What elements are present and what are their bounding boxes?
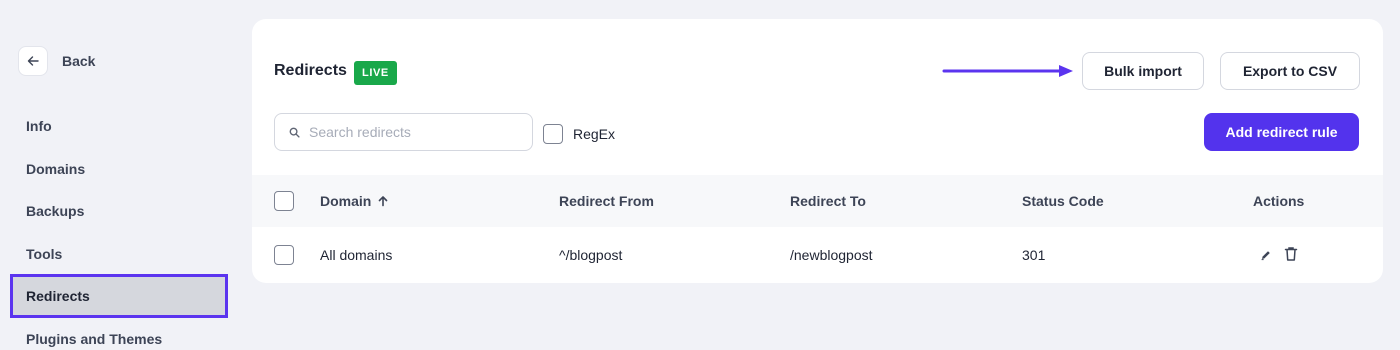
column-header-actions: Actions (1253, 193, 1305, 209)
trash-icon[interactable] (1284, 246, 1298, 262)
column-header-domain[interactable]: Domain (320, 193, 389, 209)
pencil-icon[interactable] (1260, 249, 1272, 261)
regex-checkbox[interactable] (543, 124, 563, 144)
column-header-redirect-from: Redirect From (559, 193, 654, 209)
sidebar-item-plugins-and-themes[interactable]: Plugins and Themes (10, 317, 228, 350)
arrow-up-icon (379, 196, 388, 207)
search-icon (289, 127, 300, 138)
sidebar-item-label: Backups (26, 203, 85, 219)
column-header-status-code: Status Code (1022, 193, 1104, 209)
bulk-import-button[interactable]: Bulk import (1082, 52, 1204, 90)
sidebar-item-label: Info (26, 118, 52, 134)
arrow-left-icon (27, 56, 39, 66)
export-csv-button[interactable]: Export to CSV (1220, 52, 1360, 90)
column-header-label: Domain (320, 193, 372, 209)
sidebar-item-info[interactable]: Info (10, 104, 228, 148)
row-checkbox[interactable] (274, 245, 294, 265)
cell-status-code: 301 (1022, 247, 1046, 263)
redirects-card: Redirects LIVE Bulk import Export to CSV… (252, 19, 1383, 283)
sidebar-item-redirects[interactable]: Redirects (10, 274, 228, 318)
cell-redirect-to: /newblogpost (790, 247, 873, 263)
sidebar-item-label: Domains (26, 161, 86, 177)
regex-label: RegEx (573, 126, 616, 142)
sidebar: Back Info Domains Backups Tools Redirect… (0, 0, 240, 350)
sidebar-item-label: Tools (26, 246, 63, 262)
sidebar-item-label: Redirects (26, 288, 90, 304)
table-header: Domain Redirect From Redirect To Status … (252, 175, 1383, 227)
sidebar-item-tools[interactable]: Tools (10, 232, 228, 276)
page-title: Redirects (274, 62, 347, 79)
cell-redirect-from: ^/blogpost (559, 247, 623, 263)
sidebar-item-backups[interactable]: Backups (10, 189, 228, 233)
select-all-checkbox[interactable] (274, 191, 294, 211)
status-badge: LIVE (354, 61, 397, 85)
add-redirect-rule-button[interactable]: Add redirect rule (1204, 113, 1359, 151)
table-row: All domains ^/blogpost /newblogpost 301 (252, 227, 1383, 283)
back-button[interactable] (18, 46, 48, 76)
search-box[interactable] (274, 113, 533, 151)
sidebar-item-label: Plugins and Themes (26, 331, 163, 347)
search-input[interactable] (309, 124, 519, 140)
column-header-redirect-to: Redirect To (790, 193, 866, 209)
cell-domain: All domains (320, 247, 393, 263)
back-label[interactable]: Back (62, 53, 95, 69)
annotation-arrow-icon (942, 65, 1073, 77)
sidebar-item-domains[interactable]: Domains (10, 147, 228, 191)
